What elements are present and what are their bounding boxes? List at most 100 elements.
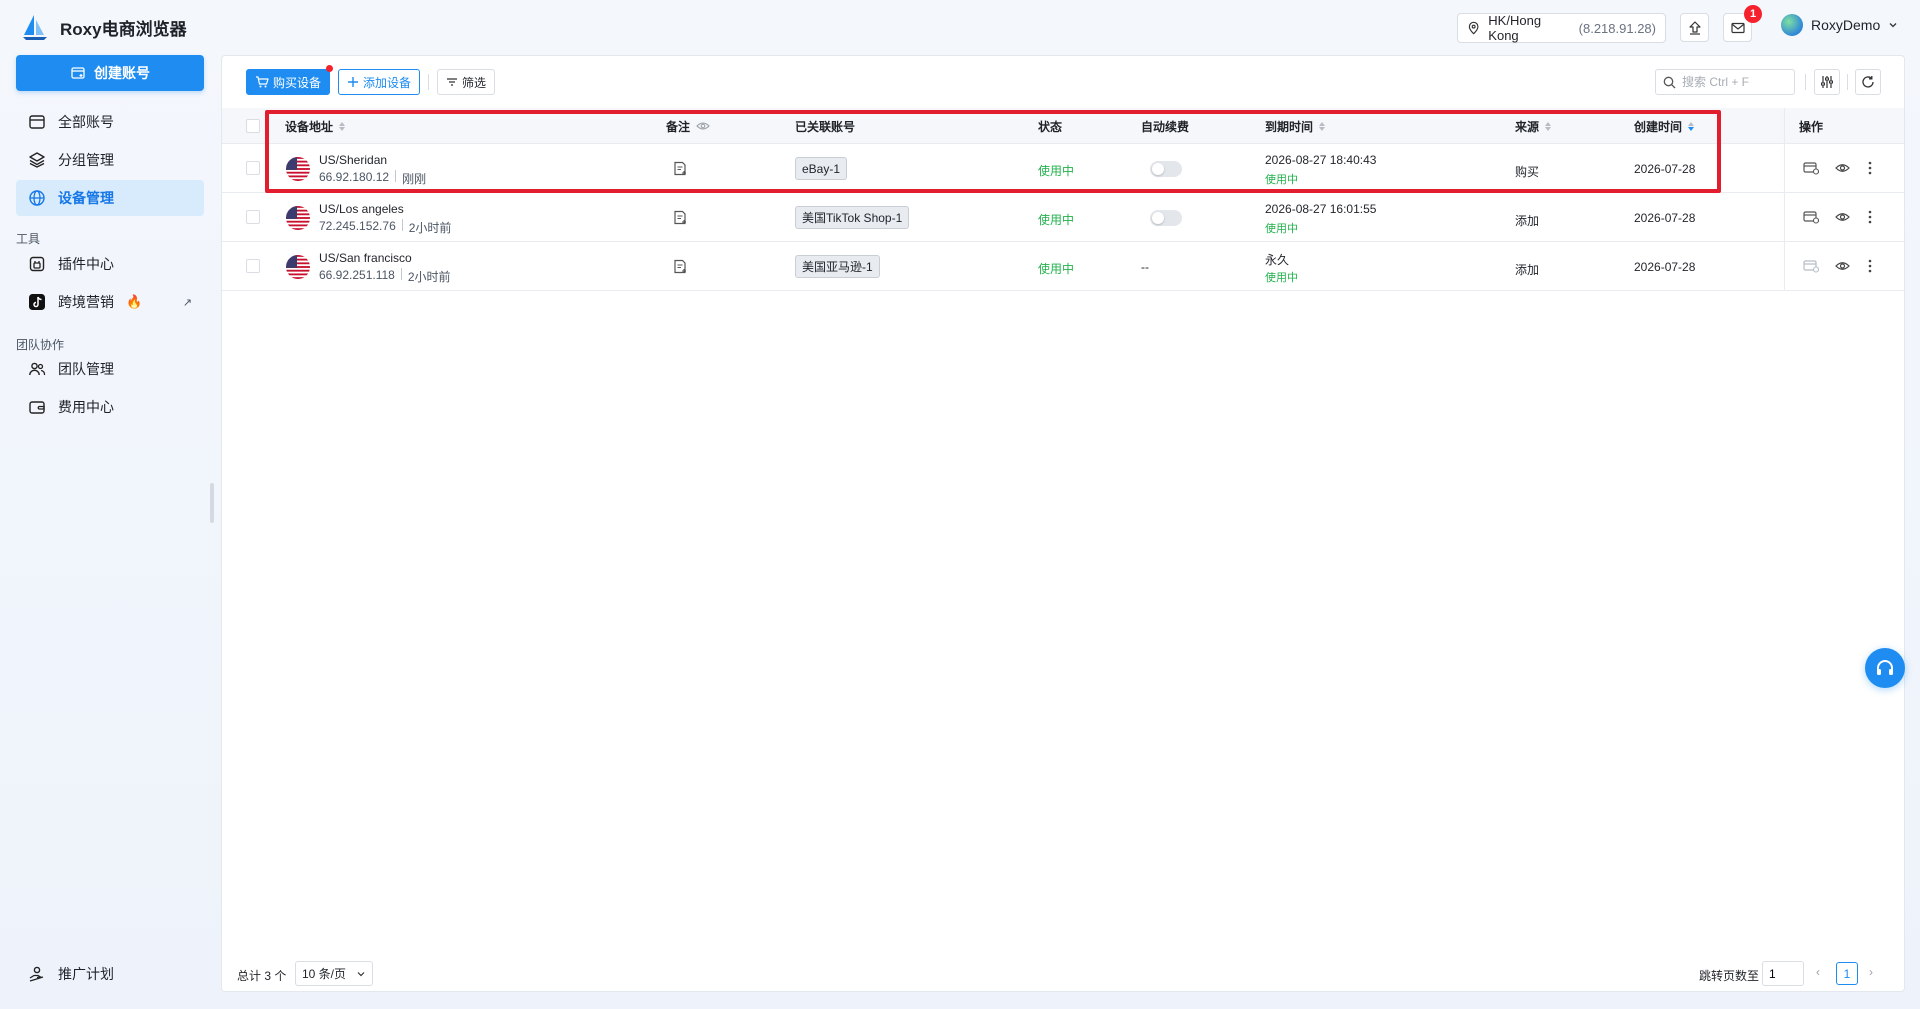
created-date: 2026-07-28 [1634, 260, 1696, 274]
sidebar-item-plugins[interactable]: 插件中心 [16, 246, 204, 282]
note-edit-icon[interactable] [673, 210, 687, 225]
sidebar-resize-handle[interactable] [210, 483, 214, 523]
table-toolbar: 购买设备 添加设备 筛选 [246, 65, 496, 95]
page-size-value: 10 条/页 [302, 967, 347, 981]
page-button-current[interactable]: 1 [1836, 962, 1858, 985]
create-account-label: 创建账号 [94, 65, 150, 81]
user-menu[interactable]: RoxyDemo [1781, 14, 1898, 36]
status-badge: 使用中 [1038, 164, 1075, 178]
proxy-location-selector[interactable]: HK/Hong Kong (8.218.91.28) [1457, 13, 1666, 43]
sidebar: 创建账号 全部账号 分组管理 设备管理 工具 插件中心 跨境营销 🔥 ↗ 团队协… [0, 55, 220, 1009]
globe-icon [29, 190, 45, 206]
prev-page-icon[interactable]: ‹ [1816, 965, 1820, 979]
column-auto-renew: 自动续费 [1141, 108, 1189, 144]
eye-icon [696, 122, 710, 130]
device-ip-line: 66.92.180.12 刚刚 [319, 170, 426, 187]
sidebar-item-promotion[interactable]: 推广计划 [16, 956, 204, 992]
jump-page-input[interactable] [1762, 961, 1804, 986]
device-updated: 2小时前 [407, 270, 451, 284]
chevron-down-icon [357, 971, 365, 976]
device-ip-line: 66.92.251.118 2小时前 [319, 268, 451, 285]
column-label: 自动续费 [1141, 119, 1190, 134]
device-location: US/Los angeles [319, 202, 404, 216]
table-row: US/Los angeles 72.245.152.76 2小时前 美国TikTok … [222, 193, 1904, 242]
search-box[interactable] [1655, 69, 1795, 95]
sidebar-item-label: 费用中心 [58, 399, 114, 415]
sidebar-item-all-accounts[interactable]: 全部账号 [16, 104, 204, 140]
renew-card-icon[interactable] [1803, 161, 1819, 175]
view-eye-icon[interactable] [1835, 162, 1850, 174]
pagination-bar: 总计 3 个 10 条/页 跳转页数至 ‹ 1 › [222, 959, 1904, 987]
source-value: 添加 [1515, 214, 1540, 228]
column-note[interactable]: 备注 [666, 108, 710, 144]
sidebar-item-marketing[interactable]: 跨境营销 🔥 ↗ [16, 284, 204, 320]
customer-support-button[interactable] [1865, 648, 1905, 688]
sidebar-item-label: 推广计划 [58, 966, 114, 982]
column-created[interactable]: 创建时间 [1634, 108, 1695, 144]
buy-device-button[interactable]: 购买设备 [246, 65, 334, 95]
column-status: 状态 [1038, 108, 1062, 144]
create-account-button[interactable]: 创建账号 [16, 55, 204, 91]
note-edit-icon[interactable] [673, 161, 687, 176]
wallet-icon [29, 401, 45, 414]
auto-renew-toggle[interactable] [1150, 210, 1182, 226]
refresh-button[interactable] [1855, 69, 1881, 95]
device-location: US/San francisco [319, 251, 412, 265]
note-edit-icon[interactable] [673, 259, 687, 274]
column-source[interactable]: 来源 [1515, 108, 1552, 144]
layers-icon [29, 152, 45, 168]
filter-button[interactable]: 筛选 [437, 69, 496, 95]
device-updated: 刚刚 [402, 172, 427, 186]
more-options-icon[interactable] [1868, 259, 1872, 273]
filter-label: 筛选 [462, 75, 487, 90]
sidebar-item-label: 全部账号 [58, 114, 114, 130]
ops-column-divider [1784, 193, 1785, 241]
column-label: 设备地址 [285, 119, 334, 134]
linked-account-tag[interactable]: 美国亚马逊-1 [795, 255, 880, 278]
column-label: 状态 [1038, 119, 1063, 134]
toolbar-divider [1847, 74, 1848, 90]
sidebar-item-team[interactable]: 团队管理 [16, 351, 204, 387]
next-page-icon[interactable]: › [1869, 965, 1873, 979]
column-settings-button[interactable] [1814, 69, 1840, 95]
select-all-checkbox[interactable] [246, 119, 260, 133]
row-checkbox[interactable] [246, 210, 260, 224]
location-label: HK/Hong Kong [1488, 13, 1542, 43]
more-options-icon[interactable] [1868, 210, 1872, 224]
add-device-button[interactable]: 添加设备 [338, 69, 421, 95]
page-size-select[interactable]: 10 条/页 [295, 961, 373, 986]
plugin-icon [29, 256, 45, 272]
sidebar-item-label: 分组管理 [58, 152, 114, 168]
more-options-icon[interactable] [1868, 161, 1872, 175]
browser-add-icon [71, 67, 85, 79]
renew-card-icon[interactable] [1803, 210, 1819, 224]
device-ip: 66.92.180.12 [319, 170, 390, 184]
sidebar-item-groups[interactable]: 分组管理 [16, 142, 204, 178]
tiktok-icon [29, 294, 45, 310]
column-ops: 操作 [1799, 108, 1823, 144]
linked-account-tag[interactable]: 美国TikTok Shop-1 [795, 206, 910, 229]
column-expire[interactable]: 到期时间 [1265, 108, 1326, 144]
external-link-icon: ↗ [182, 296, 192, 309]
view-eye-icon[interactable] [1835, 260, 1850, 272]
column-label: 操作 [1799, 119, 1824, 134]
device-updated: 2小时前 [408, 221, 452, 235]
toolbar-divider [1805, 74, 1806, 90]
column-address[interactable]: 设备地址 [285, 108, 346, 144]
messages-button[interactable]: 1 [1723, 5, 1762, 42]
expire-status: 使用中 [1265, 223, 1298, 235]
expire-time: 2026-08-27 18:40:43 [1265, 153, 1377, 167]
row-checkbox[interactable] [246, 259, 260, 273]
upload-button[interactable] [1680, 13, 1709, 42]
refresh-icon [1862, 76, 1874, 88]
linked-account-tag[interactable]: eBay-1 [795, 157, 848, 180]
auto-renew-toggle[interactable] [1150, 161, 1182, 177]
upload-icon [1688, 20, 1701, 35]
sidebar-item-billing[interactable]: 费用中心 [16, 389, 204, 425]
renew-card-icon[interactable] [1803, 259, 1819, 273]
sidebar-item-devices[interactable]: 设备管理 [16, 180, 204, 216]
row-checkbox[interactable] [246, 161, 260, 175]
us-flag-icon [286, 206, 310, 230]
search-input[interactable] [1682, 75, 1782, 89]
view-eye-icon[interactable] [1835, 211, 1850, 223]
